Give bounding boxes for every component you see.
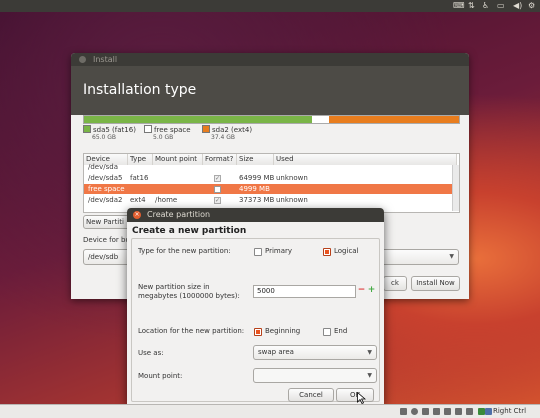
cell-size: 4999 MB	[239, 185, 270, 193]
cell-device: free space	[88, 185, 125, 193]
format-checkbox[interactable]: ✓	[214, 197, 221, 204]
chevron-down-icon: ▼	[449, 253, 454, 260]
legend-size: 37.4 GB	[211, 134, 236, 141]
mount-point-select[interactable]: ▼	[253, 368, 377, 383]
host-key-label: Right Ctrl	[493, 407, 527, 415]
legend-size: 5.0 GB	[153, 134, 174, 141]
size-input[interactable]: 5000	[253, 285, 356, 298]
end-label[interactable]: End	[334, 327, 347, 335]
dialog-heading: Create a new partition	[132, 226, 247, 236]
cell-used: unknown	[276, 174, 308, 182]
mouse-integration-icon[interactable]	[485, 408, 492, 415]
legend-swatch	[83, 125, 91, 133]
device-select-value: /dev/sdb	[88, 253, 119, 261]
legend-swatch	[144, 125, 152, 133]
size-label-line2: megabytes (1000000 bytes):	[138, 292, 240, 300]
table-scrollbar[interactable]	[452, 165, 459, 211]
page-title: Installation type	[71, 66, 469, 115]
hard-disk-icon[interactable]	[400, 408, 407, 415]
usb-icon[interactable]	[422, 408, 429, 415]
format-checkbox[interactable]	[214, 186, 221, 193]
partition-table: Device Type Mount point Format? Size Use…	[83, 153, 460, 213]
format-checkbox[interactable]: ✓	[214, 175, 221, 182]
dialog-title: Create partition	[147, 210, 211, 219]
type-label: Type for the new partition:	[138, 247, 231, 255]
legend-size: 65.0 GB	[92, 134, 117, 141]
use-as-value: swap area	[258, 348, 294, 356]
beginning-radio[interactable]	[254, 328, 262, 336]
minus-icon[interactable]: −	[357, 286, 366, 295]
legend-item: sda2 (ext4) 37.4 GB	[202, 125, 252, 141]
cell-type: fat16	[130, 174, 149, 182]
partition-bar	[83, 115, 460, 124]
chevron-down-icon: ▼	[367, 349, 372, 356]
shared-folders-icon[interactable]	[444, 408, 451, 415]
use-as-select[interactable]: swap area ▼	[253, 345, 377, 360]
battery-icon[interactable]: ▭	[497, 1, 505, 11]
partition-bar-sda5	[84, 116, 312, 123]
close-icon[interactable]: ×	[133, 211, 141, 219]
legend-label: sda5 (fat16)	[93, 126, 136, 134]
primary-label[interactable]: Primary	[265, 247, 292, 255]
cell-device: /dev/sda5	[88, 174, 123, 182]
legend-item: free space 5.0 GB	[144, 125, 191, 141]
partition-bar-sda2	[329, 116, 459, 123]
plus-icon[interactable]: +	[367, 286, 376, 295]
installer-titlebar: Install	[71, 53, 469, 66]
legend-label: sda2 (ext4)	[212, 126, 253, 134]
table-row[interactable]: /dev/sda5 fat16 ✓ 64999 MB unknown	[84, 173, 452, 183]
display-icon[interactable]	[455, 408, 462, 415]
optical-drive-icon[interactable]	[411, 408, 418, 415]
device-label: Device for bo	[83, 236, 130, 244]
end-radio[interactable]	[323, 328, 331, 336]
vm-status-bar: Right Ctrl	[0, 404, 540, 418]
ok-button[interactable]: OK	[336, 388, 374, 402]
size-label-line1: New partition size in	[138, 283, 210, 291]
beginning-label[interactable]: Beginning	[265, 327, 300, 335]
table-row[interactable]: /dev/sda	[84, 162, 452, 172]
cell-size: 64999 MB	[239, 174, 275, 182]
install-now-button[interactable]: Install Now	[411, 276, 460, 291]
network-icon[interactable]: ⇅	[468, 1, 475, 11]
legend-label: free space	[154, 126, 191, 134]
legend-item: sda5 (fat16) 65.0 GB	[83, 125, 136, 141]
table-row-selected[interactable]: free space 4999 MB	[84, 184, 452, 194]
cancel-button[interactable]: Cancel	[288, 388, 334, 402]
chevron-down-icon: ▼	[367, 372, 372, 379]
cell-size: 37373 MB	[239, 196, 275, 204]
use-as-label: Use as:	[138, 349, 164, 357]
cell-mount: /home	[155, 196, 178, 204]
volume-icon[interactable]: ◀)	[513, 1, 522, 11]
primary-radio[interactable]	[254, 248, 262, 256]
table-row[interactable]: /dev/sda2 ext4 /home ✓ 37373 MB unknown	[84, 195, 452, 205]
cpu-icon[interactable]	[478, 408, 485, 415]
network-icon[interactable]	[433, 408, 440, 415]
create-partition-dialog: × Create partition Create a new partitio…	[127, 208, 384, 404]
keyboard-icon[interactable]: ⌨	[453, 1, 465, 11]
installer-window-title: Install	[93, 55, 118, 64]
back-button[interactable]: ck	[383, 276, 407, 291]
cell-device: /dev/sda	[88, 163, 118, 171]
close-icon[interactable]	[79, 56, 86, 63]
accessibility-icon[interactable]: ♿	[482, 1, 489, 11]
location-label: Location for the new partition:	[138, 327, 245, 335]
legend-swatch	[202, 125, 210, 133]
logical-radio[interactable]	[323, 248, 331, 256]
mount-point-label: Mount point:	[138, 372, 183, 380]
cell-type: ext4	[130, 196, 146, 204]
gear-icon[interactable]: ⚙	[528, 1, 535, 11]
dialog-form: Type for the new partition: Primary Logi…	[131, 238, 380, 402]
logical-label[interactable]: Logical	[334, 247, 359, 255]
cell-device: /dev/sda2	[88, 196, 123, 204]
video-capture-icon[interactable]	[466, 408, 473, 415]
dialog-titlebar: × Create partition	[127, 208, 384, 222]
partition-bar-free	[312, 116, 329, 123]
top-panel: ⌨ ⇅ ♿ ▭ ◀) ⚙	[0, 0, 540, 12]
cell-used: unknown	[276, 196, 308, 204]
mouse-cursor-icon	[357, 392, 366, 404]
